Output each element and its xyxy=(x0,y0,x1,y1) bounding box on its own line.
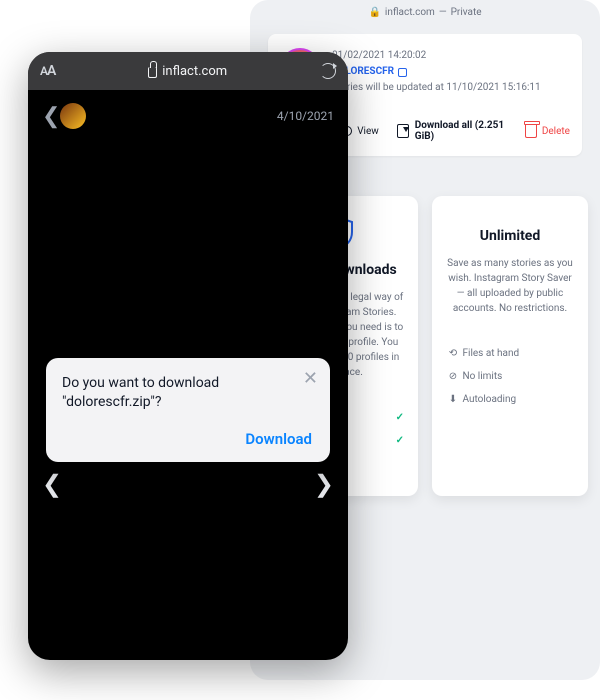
feature-card-unlimited: Unlimited Save as many stories as you wi… xyxy=(432,196,588,496)
text-size-small-A: A xyxy=(40,64,47,78)
lock-icon: 🔒 xyxy=(368,7,380,18)
view-label: View xyxy=(357,126,379,137)
check-icon: ✓ xyxy=(396,435,404,446)
feature-row-icon-label: ⟲ Files at hand xyxy=(446,348,519,359)
clock-arrow-icon: ⟲ xyxy=(446,348,460,359)
story-nav-arrows: ❮ ❯ xyxy=(28,470,348,498)
story-date: 4/10/2021 xyxy=(277,109,334,123)
story-prev-button[interactable]: ❮ xyxy=(42,470,62,498)
profile-meta: 01/02/2021 14:20:02 DOLORESCFR Stories w… xyxy=(332,48,541,96)
back-url-bar: 🔒 inflact.com — Private xyxy=(250,0,600,24)
story-next-button[interactable]: ❯ xyxy=(314,470,334,498)
dialog-actions: Download xyxy=(62,426,314,452)
back-domain: inflact.com xyxy=(385,7,435,18)
feature-desc: Save as many stories as you wish. Instag… xyxy=(446,256,574,316)
feature-row-label: No limits xyxy=(462,371,502,382)
feature-row: ⬇ Autoloading xyxy=(446,388,574,411)
feature-row-icon-label: ⊘ No limits xyxy=(446,371,502,382)
lock-icon xyxy=(148,67,157,78)
dialog-message: Do you want to download "dolorescfr.zip"… xyxy=(62,374,314,412)
story-avatar[interactable] xyxy=(60,103,86,129)
download-all-button[interactable]: Download all (2.251 GiB) xyxy=(397,120,507,142)
update-note: Stories will be updated at 11/10/2021 15… xyxy=(332,80,541,96)
trash-icon xyxy=(525,124,537,138)
download-icon xyxy=(397,124,409,138)
feature-row: ⟲ Files at hand xyxy=(446,342,574,365)
download-confirm-dialog: ✕ Do you want to download "dolorescfr.zi… xyxy=(46,358,330,462)
front-domain-label: inflact.com xyxy=(162,64,227,79)
feature-row-label: Files at hand xyxy=(462,348,519,359)
delete-button[interactable]: Delete xyxy=(525,124,570,138)
back-chevron-icon[interactable]: ❮ xyxy=(42,104,60,129)
feature-title: Unlimited xyxy=(446,228,574,244)
instagram-icon xyxy=(398,68,407,77)
text-size-button[interactable]: AA xyxy=(40,63,55,79)
feature-row: ⊘ No limits xyxy=(446,365,574,388)
no-limit-icon: ⊘ xyxy=(446,371,460,382)
autoload-icon: ⬇ xyxy=(446,394,460,405)
download-button[interactable]: Download xyxy=(243,426,314,452)
close-icon[interactable]: ✕ xyxy=(303,370,318,388)
feature-list: ⟲ Files at hand ⊘ No limits ⬇ Autoloadin… xyxy=(446,342,574,411)
mobile-browser-frame: AA inflact.com ❮ 4/10/2021 ❮ ❯ ✕ Do you … xyxy=(28,52,348,660)
check-icon: ✓ xyxy=(396,412,404,423)
delete-label: Delete xyxy=(542,126,570,137)
timestamp-text: 01/02/2021 14:20:02 xyxy=(332,48,541,64)
safari-toolbar: AA inflact.com xyxy=(28,52,348,90)
text-size-large-A: A xyxy=(47,63,55,79)
back-private-label: Private xyxy=(451,7,482,18)
feature-row-label: Autoloading xyxy=(462,394,516,405)
url-sep: — xyxy=(439,7,447,18)
feature-row-icon-label: ⬇ Autoloading xyxy=(446,394,516,405)
reload-icon[interactable] xyxy=(320,63,336,79)
address-bar[interactable]: inflact.com xyxy=(63,64,312,79)
story-top-bar: ❮ 4/10/2021 xyxy=(28,90,348,134)
download-all-label: Download all (2.251 GiB) xyxy=(415,120,507,142)
